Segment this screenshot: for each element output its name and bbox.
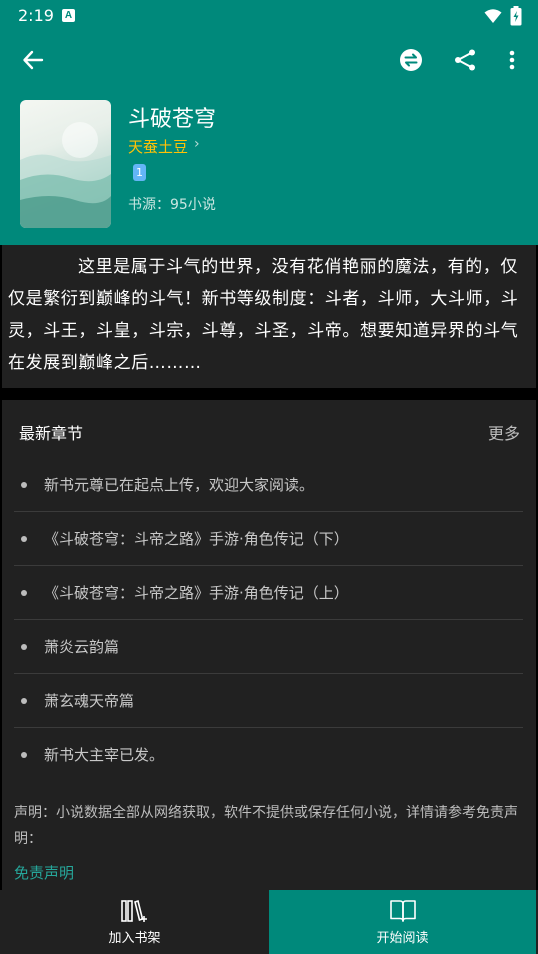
chapter-item[interactable]: 新书元尊已在起点上传，欢迎大家阅读。	[14, 458, 523, 512]
more-vert-icon	[509, 50, 515, 70]
add-to-shelf-label: 加入书架	[108, 931, 161, 946]
status-bar: 2:19 A	[0, 0, 538, 32]
app-bar	[0, 32, 538, 88]
chapter-title: 《斗破苍穹：斗帝之路》手游·角色传记（上）	[44, 584, 349, 602]
bullet-icon	[21, 536, 27, 542]
status-icons	[484, 6, 522, 26]
bullet-icon	[21, 482, 27, 488]
book-source[interactable]: 书源：95小说	[128, 194, 216, 214]
book-title: 斗破苍穹	[128, 107, 217, 132]
book-header: 斗破苍穹 天蚕土豆 › 1 书源：95小说	[0, 88, 538, 245]
author-link[interactable]: 天蚕土豆	[128, 136, 188, 157]
chapter-item[interactable]: 《斗破苍穹：斗帝之路》手游·角色传记（上）	[14, 566, 523, 620]
swap-icon	[400, 49, 422, 71]
chapter-title: 新书元尊已在起点上传，欢迎大家阅读。	[44, 476, 315, 494]
chapter-title: 《斗破苍穹：斗帝之路》手游·角色传记（下）	[44, 530, 349, 548]
chapter-list: 新书元尊已在起点上传，欢迎大家阅读。 《斗破苍穹：斗帝之路》手游·角色传记（下）…	[14, 458, 523, 781]
latest-chapters-card: 最新章节 更多 新书元尊已在起点上传，欢迎大家阅读。 《斗破苍穹：斗帝之路》手游…	[2, 400, 536, 890]
wifi-icon	[484, 9, 502, 23]
bullet-icon	[21, 752, 27, 758]
share-button[interactable]	[445, 40, 485, 80]
start-reading-label: 开始阅读	[376, 931, 429, 946]
battery-icon	[510, 6, 522, 26]
cover-art	[20, 122, 111, 228]
chapter-item[interactable]: 新书大主宰已发。	[14, 728, 523, 781]
bottom-action-bar: 加入书架 开始阅读	[0, 890, 538, 954]
bookshelf-add-icon	[120, 899, 147, 922]
bullet-icon	[21, 644, 27, 650]
latest-chapters-title: 最新章节	[19, 424, 84, 443]
chapter-item[interactable]: 《斗破苍穹：斗帝之路》手游·角色传记（下）	[14, 512, 523, 566]
chapter-title: 萧玄魂天帝篇	[44, 692, 135, 710]
book-intro: 这里是属于斗气的世界，没有花俏艳丽的魔法，有的，仅仅是繁衍到巅峰的斗气！新书等级…	[2, 245, 536, 388]
category-badge: 1	[133, 164, 146, 181]
chapter-title: 新书大主宰已发。	[44, 746, 165, 764]
more-chapters-button[interactable]: 更多	[488, 420, 520, 444]
notification-icon: A	[62, 9, 75, 22]
status-time: 2:19	[18, 6, 54, 25]
add-to-shelf-button[interactable]: 加入书架	[0, 890, 269, 954]
bullet-icon	[21, 590, 27, 596]
more-button[interactable]	[492, 40, 532, 80]
arrow-left-icon	[23, 50, 44, 70]
change-source-button[interactable]	[391, 40, 431, 80]
chevron-right-icon: ›	[194, 136, 200, 152]
disclaimer-text: 声明：小说数据全部从网络获取，软件不提供或保存任何小说，详情请参考免责声明：	[14, 805, 518, 847]
book-cover[interactable]	[20, 100, 111, 228]
chapter-item[interactable]: 萧玄魂天帝篇	[14, 674, 523, 728]
share-icon	[455, 49, 475, 71]
open-book-icon	[389, 900, 416, 922]
disclaimer-link[interactable]: 免责声明	[14, 862, 74, 883]
start-reading-button[interactable]: 开始阅读	[269, 890, 536, 954]
chapter-title: 萧炎云韵篇	[44, 638, 120, 656]
intro-text[interactable]: 这里是属于斗气的世界，没有花俏艳丽的魔法，有的，仅仅是繁衍到巅峰的斗气！新书等级…	[8, 251, 530, 379]
chapter-item[interactable]: 萧炎云韵篇	[14, 620, 523, 674]
bullet-icon	[21, 698, 27, 704]
back-button[interactable]	[13, 40, 53, 80]
